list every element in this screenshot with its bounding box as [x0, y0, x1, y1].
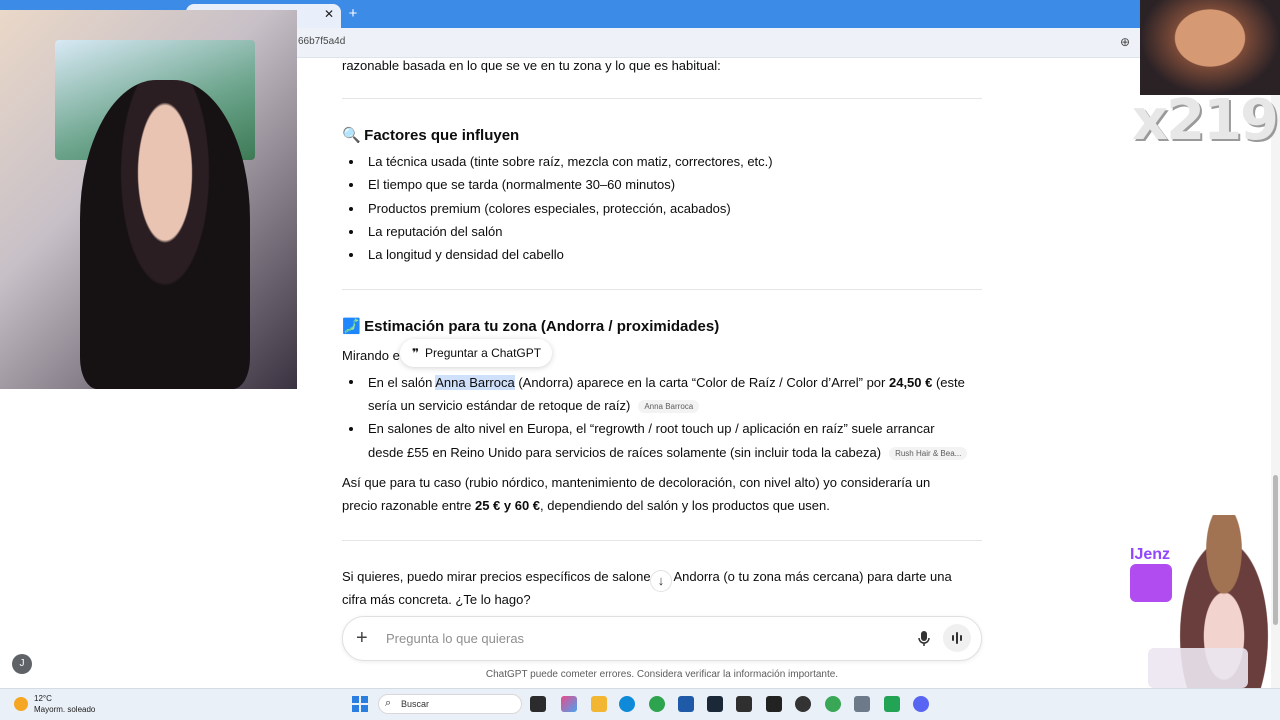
account-avatar[interactable]: J [12, 654, 32, 674]
combo-counter: x2190 [1132, 88, 1280, 153]
map-icon: 🗾 [342, 318, 361, 335]
plus-icon[interactable]: + [356, 626, 368, 650]
steam-icon[interactable] [707, 696, 723, 712]
chrome-profile-icon[interactable] [825, 696, 841, 712]
tab-close-icon[interactable]: ✕ [320, 6, 338, 22]
webcam-overlay [0, 10, 297, 389]
followup-line2: cifra más concreta. ¿Te lo hago? [342, 592, 531, 607]
estimate-item-1-line2: sería un servicio estándar de retoque de… [368, 398, 700, 414]
reaction-cam-overlay [1140, 0, 1280, 95]
list-item: La reputación del salón [368, 224, 503, 239]
bullet [349, 380, 353, 384]
app-icon[interactable] [678, 696, 694, 712]
bullet [349, 207, 353, 211]
citation-chip[interactable]: Anna Barroca [638, 400, 700, 414]
ask-chatgpt-button[interactable]: ❞ Preguntar a ChatGPT [400, 339, 552, 367]
estimate-heading: 🗾 Estimación para tu zona (Andorra / pro… [342, 318, 720, 335]
divider [342, 289, 982, 290]
estimate-item-1-line1: En el salón Anna Barroca (Andorra) apare… [368, 375, 965, 390]
estimate-lead: Mirando e [342, 348, 400, 363]
quote-icon: ❞ [412, 346, 420, 360]
settings-icon[interactable] [854, 696, 870, 712]
address-bar[interactable] [296, 28, 1280, 58]
edge-icon[interactable] [619, 696, 635, 712]
taskbar [0, 688, 1280, 720]
bullet [349, 230, 353, 234]
list-item: La técnica usada (tinte sobre raíz, mezc… [368, 154, 773, 169]
spotify-like-icon[interactable] [884, 696, 900, 712]
disclaimer-text: ChatGPT puede cometer errores. Considera… [485, 669, 839, 680]
magnifier-icon: 🔍 [342, 127, 361, 144]
taskbar-search-box[interactable] [378, 694, 522, 714]
chat-widget [1148, 648, 1248, 688]
bullet [349, 160, 353, 164]
search-icon: ⌕ [385, 697, 392, 709]
weather-sun-icon[interactable] [14, 697, 28, 711]
sidebar-blank [0, 389, 297, 688]
start-menu-icon[interactable] [352, 696, 368, 712]
voice-mode-icon[interactable] [943, 624, 971, 652]
discord-icon[interactable] [913, 696, 929, 712]
conclusion-line1: Así que para tu caso (rubio nórdico, man… [342, 475, 931, 490]
file-explorer-icon[interactable] [591, 696, 607, 712]
bullet [349, 183, 353, 187]
zoom-icon[interactable]: ⊕ [1120, 35, 1130, 49]
list-item: Productos premium (colores especiales, p… [368, 201, 731, 216]
list-item: El tiempo que se tarda (normalmente 30–6… [368, 177, 676, 192]
webcam-person [80, 80, 250, 389]
bullet [349, 427, 353, 431]
divider [342, 98, 982, 99]
citation-chip[interactable]: Rush Hair & Bea... [889, 447, 968, 461]
chrome-icon[interactable] [649, 696, 665, 712]
obs-icon[interactable] [795, 696, 811, 712]
list-item: La longitud y densidad del cabello [368, 247, 564, 262]
epic-games-icon[interactable] [766, 696, 782, 712]
terminal-icon[interactable] [736, 696, 752, 712]
streamer-name: IJenz [1130, 546, 1171, 563]
new-tab-icon[interactable]: + [344, 5, 362, 23]
weather-description[interactable]: Mayorm. soleado [34, 705, 95, 714]
estimate-item-2-line1: En salones de alto nivel en Europa, el “… [368, 421, 935, 436]
taskbar-search-label[interactable]: Buscar [401, 699, 429, 709]
scroll-down-icon[interactable]: ↓ [650, 570, 672, 592]
divider [342, 540, 982, 541]
copilot-icon[interactable] [561, 696, 577, 712]
factors-heading: 🔍 Factores que influyen [342, 127, 520, 144]
twitch-logo-icon [1130, 564, 1172, 602]
weather-temperature[interactable]: 12°C [34, 694, 52, 703]
prompt-input[interactable] [386, 628, 886, 648]
conclusion-line2: precio razonable entre 25 € y 60 €, depe… [342, 498, 830, 513]
followup-line1: Si quieres, puedo mirar precios específi… [342, 569, 952, 584]
bullet [349, 253, 353, 257]
url-text[interactable]: 66b7f5a4d [298, 36, 345, 47]
intro-text: razonable basada en lo que se ve en tu z… [342, 58, 721, 73]
estimate-item-2-line2: desde £55 en Reino Unido para servicios … [368, 445, 968, 461]
taskview-icon[interactable] [530, 696, 546, 712]
microphone-icon[interactable] [914, 628, 934, 648]
selected-text: Anna Barroca [435, 375, 515, 390]
